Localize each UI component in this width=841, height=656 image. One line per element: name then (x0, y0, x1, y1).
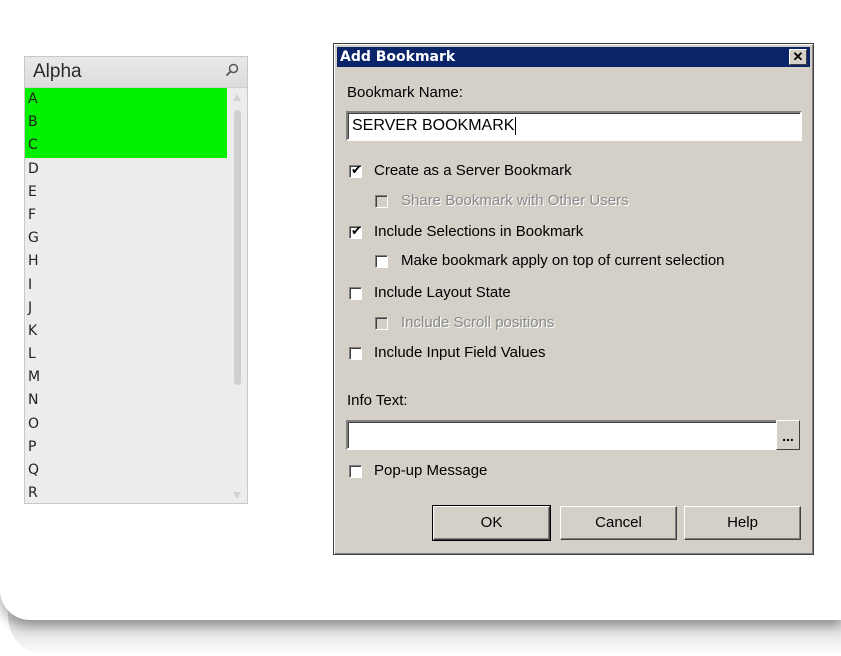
info-text-input[interactable] (346, 420, 778, 450)
text-caret (515, 116, 517, 135)
search-icon[interactable] (225, 63, 239, 77)
list-item[interactable]: R (25, 482, 227, 503)
popup-message-checkbox[interactable] (349, 465, 362, 478)
apply-on-top-checkbox[interactable] (375, 255, 388, 268)
list-item[interactable]: C (25, 134, 227, 158)
bookmark-name-value: SERVER BOOKMARK (352, 117, 515, 134)
apply-on-top-label[interactable]: Make bookmark apply on top of current se… (401, 252, 725, 269)
include-input-label[interactable]: Include Input Field Values (374, 344, 546, 361)
close-icon: ✕ (792, 49, 804, 64)
check-mark-icon: ✔ (351, 224, 362, 239)
list-item[interactable]: A (25, 88, 227, 112)
ok-button[interactable]: OK (432, 505, 551, 541)
scroll-up-arrow-icon[interactable] (233, 94, 241, 101)
scroll-down-arrow-icon[interactable] (233, 492, 241, 499)
close-button[interactable]: ✕ (789, 49, 807, 65)
add-bookmark-dialog: Add Bookmark ✕ Bookmark Name: SERVER BOO… (333, 43, 814, 555)
listbox-items: ABCDEFGHIJKLMNOPQR (25, 88, 227, 503)
dialog-titlebar[interactable]: Add Bookmark ✕ (337, 47, 810, 67)
list-item[interactable]: B (25, 111, 227, 135)
listbox-scrollbar[interactable] (229, 88, 245, 503)
list-item[interactable]: J (25, 296, 227, 320)
include-layout-label[interactable]: Include Layout State (374, 284, 511, 301)
list-item[interactable]: N (25, 389, 227, 413)
cancel-button[interactable]: Cancel (560, 506, 677, 540)
info-text-browse-button[interactable]: ... (776, 420, 800, 450)
include-selections-label[interactable]: Include Selections in Bookmark (374, 223, 583, 240)
include-selections-checkbox[interactable]: ✔ (349, 224, 362, 239)
list-item[interactable]: P (25, 435, 227, 459)
list-item[interactable]: H (25, 250, 227, 274)
list-item[interactable]: M (25, 366, 227, 390)
share-bookmark-checkbox[interactable] (375, 195, 388, 208)
list-item[interactable]: G (25, 227, 227, 251)
include-layout-checkbox[interactable] (349, 287, 362, 300)
info-text-label: Info Text: (347, 392, 408, 409)
dialog-title: Add Bookmark (340, 49, 456, 65)
bookmark-name-label: Bookmark Name: (347, 84, 463, 101)
list-item[interactable]: Q (25, 459, 227, 483)
server-bookmark-label[interactable]: Create as a Server Bookmark (374, 162, 572, 179)
list-item[interactable]: K (25, 319, 227, 344)
server-bookmark-checkbox[interactable]: ✔ (349, 163, 362, 178)
list-item[interactable]: E (25, 180, 227, 204)
list-item[interactable]: O (25, 412, 227, 436)
scroll-thumb[interactable] (234, 110, 241, 385)
popup-message-label[interactable]: Pop-up Message (374, 462, 487, 479)
listbox-caption: Alpha (25, 57, 247, 88)
list-item[interactable]: L (25, 343, 227, 367)
list-item[interactable]: F (25, 203, 227, 228)
include-scroll-checkbox[interactable] (375, 317, 388, 330)
share-bookmark-label: Share Bookmark with Other Users (401, 192, 629, 209)
alpha-listbox[interactable]: Alpha ABCDEFGHIJKLMNOPQR (24, 56, 248, 504)
include-scroll-label: Include Scroll positions (401, 314, 555, 331)
include-input-checkbox[interactable] (349, 347, 362, 360)
bookmark-name-input[interactable]: SERVER BOOKMARK (346, 111, 802, 141)
list-item[interactable]: I (25, 273, 227, 297)
help-button[interactable]: Help (684, 506, 801, 540)
sheet-canvas: Alpha ABCDEFGHIJKLMNOPQR Add Bookmark ✕ … (0, 0, 841, 620)
list-item[interactable]: D (25, 157, 227, 181)
check-mark-icon: ✔ (351, 163, 362, 178)
listbox-title: Alpha (33, 61, 82, 82)
